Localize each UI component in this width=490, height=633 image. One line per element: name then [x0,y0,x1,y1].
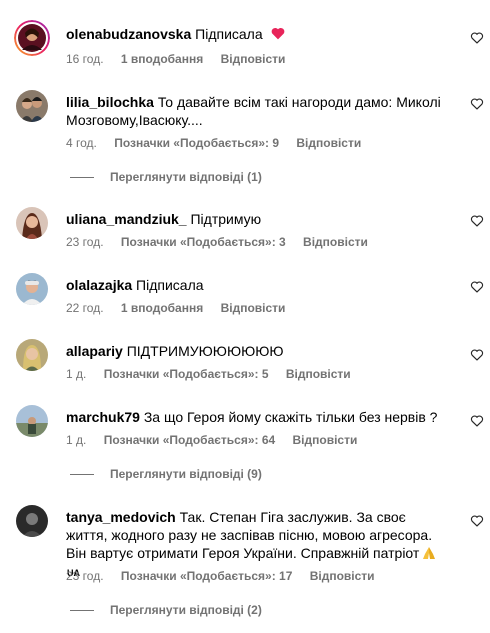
comment-text: Підписала [136,277,204,293]
comment-meta: 22 год. 1 вподобання Відповісти [66,301,299,315]
reply-button[interactable]: Відповісти [221,301,286,315]
heart-outline-icon[interactable] [470,280,484,294]
view-replies-label[interactable]: Переглянути відповіді (9) [110,467,262,481]
comment-username[interactable]: lilia_bilochka [66,94,154,110]
comment-likes[interactable]: 1 вподобання [121,301,203,315]
comment-likes[interactable]: Позначки «Подобається»: 5 [104,367,269,381]
reply-button[interactable]: Відповісти [286,367,351,381]
comment-time: 1 д. [66,367,87,381]
reply-button[interactable]: Відповісти [221,52,286,66]
view-replies-label[interactable]: Переглянути відповіді (1) [110,170,262,184]
avatar[interactable] [16,273,48,305]
comment-meta: 16 год. 1 вподобання Відповісти [66,52,299,66]
comment-text: Підтримую [190,211,262,227]
heart-outline-icon[interactable] [470,97,484,111]
comment-text: ПІДТРИМУЮЮЮЮЮЮ [126,343,284,359]
avatar[interactable] [16,505,48,537]
view-replies-button[interactable]: Переглянути відповіді (2) [66,603,262,617]
comment-username[interactable]: allapariy [66,343,123,359]
avatar[interactable] [16,207,48,239]
reply-button[interactable]: Відповісти [296,136,361,150]
avatar[interactable] [16,90,48,122]
comment-body: marchuk79 За що Героя йому скажіть тільк… [66,408,450,426]
comment-meta: 23 год. Позначки «Подобається»: 17 Відпо… [66,569,389,583]
comment-time: 22 год. [66,301,104,315]
heart-outline-icon[interactable] [470,31,484,45]
comment-body: uliana_mandziuk_ Підтримую [66,210,450,228]
comment-time: 23 год. [66,569,104,583]
comment-likes[interactable]: Позначки «Подобається»: 9 [114,136,279,150]
comment-likes[interactable]: Позначки «Подобається»: 3 [121,235,286,249]
comment-meta: 4 год. Позначки «Подобається»: 9 Відпові… [66,136,375,150]
reply-button[interactable]: Відповісти [293,433,358,447]
comment-likes[interactable]: Позначки «Подобається»: 64 [104,433,275,447]
avatar[interactable] [14,20,50,56]
heart-outline-icon[interactable] [470,348,484,362]
comment-body: lilia_bilochka То давайте всім такі наго… [66,93,450,129]
view-replies-button[interactable]: Переглянути відповіді (1) [66,170,262,184]
comment-text: Підписала [195,26,263,42]
reply-button[interactable]: Відповісти [303,235,368,249]
comment-likes[interactable]: Позначки «Подобається»: 17 [121,569,292,583]
replies-divider [70,473,94,475]
comment-time: 23 год. [66,235,104,249]
comment-time: 1 д. [66,433,87,447]
comment-username[interactable]: marchuk79 [66,409,140,425]
comment-time: 4 год. [66,136,97,150]
praying-hands-emoji [423,547,436,559]
comment-body: olalazajka Підписала [66,276,450,294]
comment-text: За що Героя йому скажіть тільки без нерв… [143,409,438,425]
red-heart-emoji [271,27,284,40]
comment-likes[interactable]: 1 вподобання [121,52,203,66]
replies-divider [70,609,94,611]
heart-outline-icon[interactable] [470,514,484,528]
avatar[interactable] [16,405,48,437]
comment-username[interactable]: olenabudzanovska [66,26,191,42]
avatar[interactable] [16,339,48,371]
view-replies-label[interactable]: Переглянути відповіді (2) [110,603,262,617]
comment-username[interactable]: olalazajka [66,277,132,293]
comment-meta: 1 д. Позначки «Подобається»: 64 Відповіс… [66,433,371,447]
view-replies-button[interactable]: Переглянути відповіді (9) [66,467,262,481]
comment-body: allapariy ПІДТРИМУЮЮЮЮЮЮ [66,342,450,360]
comment-username[interactable]: uliana_mandziuk_ [66,211,187,227]
comment-meta: 1 д. Позначки «Подобається»: 5 Відповіст… [66,367,365,381]
comment-time: 16 год. [66,52,104,66]
comment-body: olenabudzanovska Підписала [66,25,450,43]
reply-button[interactable]: Відповісти [310,569,375,583]
replies-divider [70,176,94,178]
comment-username[interactable]: tanya_medovich [66,509,176,525]
comment-meta: 23 год. Позначки «Подобається»: 3 Відпов… [66,235,382,249]
heart-outline-icon[interactable] [470,214,484,228]
heart-outline-icon[interactable] [470,414,484,428]
